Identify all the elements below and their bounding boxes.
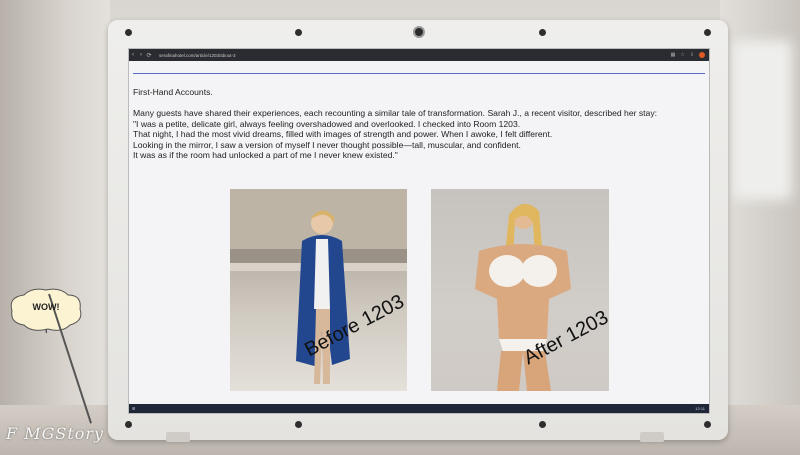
forward-button[interactable]: › xyxy=(137,52,145,58)
quote-line: Looking in the mirror, I saw a version o… xyxy=(133,139,521,150)
background-window xyxy=(732,40,792,200)
address-bar[interactable]: serafinahotel.com/article/1203/about-3 xyxy=(159,53,236,58)
quote-line: It was as if the room had unlocked a par… xyxy=(133,150,398,161)
bezel-dot xyxy=(539,421,546,428)
watermark: F MGStory xyxy=(6,424,105,443)
bookmark-star-icon[interactable]: ☆ xyxy=(680,52,684,58)
bezel-dot xyxy=(295,29,302,36)
before-photo: Before 1203 xyxy=(230,189,407,391)
bezel-dot xyxy=(704,421,711,428)
reload-button[interactable]: ⟳ xyxy=(145,52,153,59)
laptop-hinge xyxy=(640,432,664,442)
bezel-dot xyxy=(125,29,132,36)
start-menu-icon[interactable]: ⊞ xyxy=(132,406,135,411)
downloads-icon[interactable]: ⇩ xyxy=(690,52,694,58)
taskbar-clock: 12:11 xyxy=(695,406,705,411)
os-taskbar: ⊞ 12:11 xyxy=(129,404,709,413)
browser-actions: ▦ ☆ ⇩ xyxy=(671,52,709,58)
background-room-left xyxy=(0,0,110,455)
bezel-dot xyxy=(295,421,302,428)
speech-text: WOW! xyxy=(32,302,60,312)
after-photo: After 1203 xyxy=(431,189,609,391)
quote-line: That night, I had the most vivid dreams,… xyxy=(133,129,553,140)
laptop-hinge xyxy=(166,432,190,442)
article-heading: First-Hand Accounts. xyxy=(133,87,213,97)
after-figure-illustration xyxy=(475,203,571,391)
browser-toolbar: ‹ › ⟳ serafinahotel.com/article/1203/abo… xyxy=(129,49,709,61)
header-divider xyxy=(133,73,705,74)
profile-icon[interactable] xyxy=(699,52,705,58)
article-intro: Many guests have shared their experience… xyxy=(133,108,658,119)
back-button[interactable]: ‹ xyxy=(129,52,137,58)
article-body: First-Hand Accounts. Many guests have sh… xyxy=(133,87,708,160)
before-figure-illustration xyxy=(230,189,407,384)
extensions-icon[interactable]: ▦ xyxy=(671,52,676,58)
bezel-dot xyxy=(539,29,546,36)
bezel-dot xyxy=(704,29,711,36)
webcam-icon xyxy=(413,26,425,38)
quote-line: "I was a petite, delicate girl, always f… xyxy=(133,118,521,129)
bezel-dot xyxy=(125,421,132,428)
laptop-screen: ‹ › ⟳ serafinahotel.com/article/1203/abo… xyxy=(128,48,710,414)
